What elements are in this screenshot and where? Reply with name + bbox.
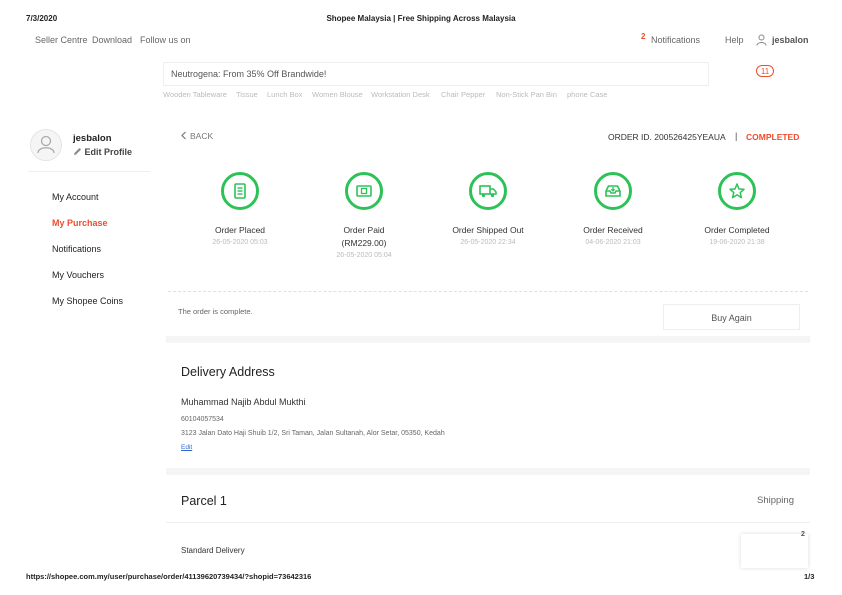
sidebar-item-my-vouchers[interactable]: My Vouchers — [52, 270, 104, 280]
step-time-order-shipped: 26-05-2020 22:34 — [460, 239, 516, 246]
search-suggestion-link[interactable]: Non-Stick Pan Bin — [496, 90, 557, 99]
delivery-address-heading: Delivery Address — [181, 365, 275, 379]
sidebar-item-my-purchase[interactable]: My Purchase — [52, 218, 108, 228]
search-input[interactable]: Neutrogena: From 35% Off Brandwide! — [163, 62, 709, 86]
step-time-order-completed: 19-06-2020 21:38 — [709, 239, 765, 246]
step-time-order-paid: 26-05-2020 05:04 — [336, 252, 392, 259]
chat-widget[interactable] — [741, 534, 808, 568]
sidebar-item-my-account[interactable]: My Account — [52, 192, 99, 202]
truck-icon — [469, 172, 507, 210]
header-separator: | — [735, 131, 738, 141]
sidebar-item-notifications[interactable]: Notifications — [52, 244, 101, 254]
help-link[interactable]: Help — [725, 35, 744, 45]
buy-again-button[interactable]: Buy Again — [663, 304, 800, 330]
search-suggestion-link[interactable]: Lunch Box — [267, 90, 302, 99]
sidebar-item-my-shopee-coins[interactable]: My Shopee Coins — [52, 296, 123, 306]
step-label-order-completed: Order Completed — [704, 225, 770, 235]
recipient-address: 3123 Jalan Dato Haji Shuib 1/2, Sri Tama… — [181, 430, 445, 437]
search-suggestion-link[interactable]: Women Blouse — [312, 90, 363, 99]
search-suggestion-link[interactable]: Wooden Tableware — [163, 90, 227, 99]
order-id: ORDER ID. 200526425YEAUA — [608, 132, 726, 142]
recipient-name: Muhammad Najib Abdul Mukthi — [181, 397, 306, 407]
step-time-order-received: 04-06-2020 21:03 — [585, 239, 641, 246]
edit-profile-label: Edit Profile — [84, 147, 133, 157]
account-username-link[interactable]: jesbalon — [772, 35, 809, 45]
section-separator — [166, 468, 810, 475]
search-suggestion-link[interactable]: Workstation Desk — [371, 90, 430, 99]
inbox-icon — [594, 172, 632, 210]
section-separator — [166, 336, 810, 343]
order-complete-message: The order is complete. — [178, 307, 253, 316]
receipt-icon — [221, 172, 259, 210]
step-label-order-shipped: Order Shipped Out — [452, 225, 524, 235]
sidebar-divider — [28, 171, 150, 172]
follow-us-link[interactable]: Follow us on — [140, 35, 191, 45]
parcel-divider — [166, 522, 810, 523]
search-placeholder: Neutrogena: From 35% Off Brandwide! — [171, 69, 327, 79]
edit-address-link[interactable]: Edit — [181, 444, 192, 451]
chevron-left-icon — [181, 131, 186, 140]
step-amount-order-paid: (RM229.00) — [341, 238, 387, 248]
step-time-order-placed: 26-05-2020 05:03 — [212, 239, 268, 246]
pencil-icon — [74, 148, 81, 155]
download-link[interactable]: Download — [92, 35, 132, 45]
print-page-title: Shopee Malaysia | Free Shipping Across M… — [326, 14, 516, 23]
search-suggestion-link[interactable]: phone Case — [567, 90, 607, 99]
search-suggestion-link[interactable]: Tissue — [236, 90, 258, 99]
step-label-order-placed: Order Placed — [214, 225, 266, 235]
back-button[interactable]: BACK — [180, 131, 213, 141]
delivery-type: Standard Delivery — [181, 546, 245, 555]
notification-count-badge: 2 — [641, 32, 646, 41]
print-page-number: 1/3 — [804, 572, 815, 581]
user-icon — [756, 33, 767, 51]
step-label-order-received: Order Received — [583, 225, 643, 235]
parcel-heading: Parcel 1 — [181, 494, 227, 508]
print-url: https://shopee.com.my/user/purchase/orde… — [26, 572, 312, 581]
notifications-link[interactable]: Notifications — [651, 35, 700, 45]
parcel-status: Shipping — [757, 495, 794, 506]
edit-profile-link[interactable]: Edit Profile — [73, 147, 132, 157]
back-label: BACK — [190, 131, 214, 141]
star-icon — [718, 172, 756, 210]
payment-icon — [345, 172, 383, 210]
sidebar-username: jesbalon — [73, 133, 112, 144]
search-suggestion-link[interactable]: Chair Pepper — [441, 90, 485, 99]
step-label-order-paid: Order Paid — [343, 225, 385, 235]
cart-count-badge[interactable]: 11 — [756, 65, 774, 77]
user-icon — [37, 135, 55, 154]
recipient-phone: 60104057534 — [181, 416, 224, 423]
chat-unread-count: 2 — [801, 531, 805, 538]
order-status: COMPLETED — [746, 132, 800, 142]
seller-centre-link[interactable]: Seller Centre — [35, 35, 88, 45]
avatar[interactable] — [30, 129, 62, 161]
section-divider — [168, 291, 808, 292]
